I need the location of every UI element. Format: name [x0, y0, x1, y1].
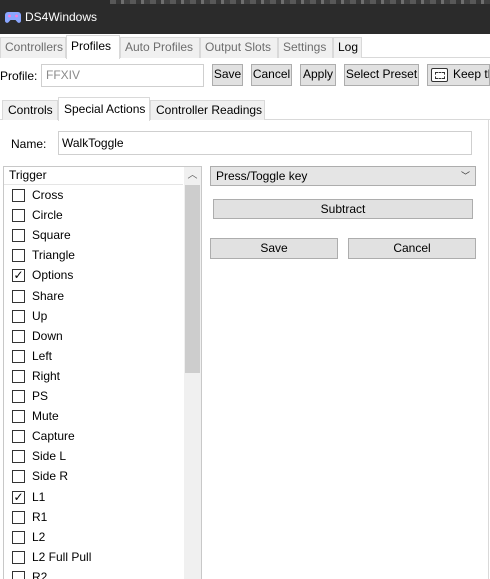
trigger-checkbox[interactable] — [12, 430, 25, 444]
trigger-item[interactable]: R1 — [4, 508, 183, 528]
trigger-label: Side R — [32, 469, 69, 484]
trigger-checkbox[interactable] — [12, 530, 25, 544]
tab-controls[interactable]: Controls — [2, 100, 58, 120]
keep-size-label: Keep th — [453, 67, 489, 81]
trigger-item[interactable]: Mute — [4, 407, 183, 427]
trigger-label: Cross — [32, 188, 64, 202]
trigger-item[interactable]: PS — [4, 387, 183, 407]
trigger-label: Capture — [32, 429, 75, 444]
trigger-item[interactable]: Square — [4, 226, 183, 246]
trigger-label: Mute — [32, 409, 59, 424]
trigger-checkbox[interactable]: ✓ — [12, 490, 25, 504]
trigger-item[interactable]: Side L — [4, 447, 183, 467]
cancel-profile-button[interactable]: Cancel — [251, 64, 292, 86]
profile-toolbar: Profile: FFXIV Save Cancel Apply Select … — [0, 62, 490, 90]
name-label: Name: — [11, 137, 47, 151]
scroll-up-arrow-icon[interactable]: ︿ — [184, 167, 201, 185]
action-name-field[interactable]: WalkToggle — [58, 131, 472, 155]
trigger-checkbox[interactable] — [12, 470, 25, 484]
trigger-label: R2 — [32, 569, 48, 579]
trigger-item[interactable]: Down — [4, 327, 183, 347]
trigger-item[interactable]: ✓ L1 — [4, 488, 183, 508]
apply-button[interactable]: Apply — [300, 64, 336, 86]
trigger-checkbox[interactable] — [12, 249, 25, 263]
trigger-label: Share — [32, 288, 65, 303]
main-tab-strip: Controllers Profiles Auto Profiles Outpu… — [0, 35, 490, 59]
trigger-label: L1 — [32, 489, 46, 504]
trigger-checkbox[interactable] — [12, 229, 25, 243]
scroll-thumb[interactable] — [185, 185, 200, 373]
trigger-label: L2 Full Pull — [32, 549, 92, 564]
tab-log[interactable]: Log — [333, 37, 362, 58]
trigger-label: L2 — [32, 529, 46, 544]
trigger-item[interactable]: Circle — [4, 206, 183, 226]
title-bar: DS4Windows — [0, 0, 490, 34]
trigger-label: Down — [32, 328, 63, 343]
trigger-item[interactable]: Triangle — [4, 246, 183, 266]
tab-special-actions[interactable]: Special Actions — [58, 97, 150, 121]
trigger-item[interactable]: L2 Full Pull — [4, 548, 183, 568]
trigger-label: PS — [32, 389, 49, 403]
trigger-item[interactable]: Left — [4, 347, 183, 367]
keep-size-button[interactable]: Keep th — [427, 64, 490, 86]
key-select-button[interactable]: Subtract — [213, 199, 473, 219]
trigger-label: Up — [32, 308, 48, 323]
trigger-label: Right — [32, 368, 61, 383]
cancel-action-button[interactable]: Cancel — [348, 238, 476, 259]
tab-controllers[interactable]: Controllers — [0, 37, 66, 58]
save-profile-button[interactable]: Save — [212, 64, 243, 86]
trigger-label: Square — [32, 228, 71, 243]
trigger-item[interactable]: Capture — [4, 427, 183, 447]
trigger-checkbox[interactable] — [12, 189, 25, 202]
profile-name-field[interactable]: FFXIV — [41, 64, 204, 87]
window-title: DS4Windows — [25, 10, 98, 24]
action-type-value: Press/Toggle key — [216, 169, 308, 183]
trigger-item[interactable]: Cross — [4, 186, 183, 206]
tab-controller-readings[interactable]: Controller Readings — [150, 100, 265, 120]
trigger-item[interactable]: Up — [4, 307, 183, 327]
select-preset-button[interactable]: Select Preset — [344, 64, 419, 86]
chevron-down-icon: ﹀ — [460, 171, 470, 181]
profile-sub-tab-strip: Controls Special Actions Controller Read… — [0, 97, 490, 121]
trigger-checkbox[interactable] — [12, 550, 25, 564]
save-action-button[interactable]: Save — [210, 238, 338, 259]
panel-border — [488, 120, 489, 579]
trigger-checkbox[interactable] — [12, 329, 25, 343]
trigger-checkbox[interactable] — [12, 209, 25, 223]
trigger-item[interactable]: Right — [4, 367, 183, 387]
background-strip — [110, 0, 490, 4]
trigger-label: Triangle — [32, 248, 75, 263]
trigger-label: R1 — [32, 509, 48, 524]
trigger-item[interactable]: Side R — [4, 467, 183, 487]
trigger-checkbox[interactable] — [12, 369, 25, 383]
trigger-checkbox[interactable] — [12, 349, 25, 363]
profile-label: Profile: — [0, 69, 38, 83]
tab-auto-profiles[interactable]: Auto Profiles — [120, 37, 200, 58]
trigger-label: Options — [32, 268, 74, 283]
trigger-label: Circle — [32, 208, 63, 223]
trigger-checkbox[interactable] — [12, 510, 25, 524]
trigger-checkbox[interactable] — [12, 570, 25, 579]
trigger-item[interactable]: L2 — [4, 528, 183, 548]
trigger-checkbox[interactable] — [12, 410, 25, 424]
trigger-checkbox[interactable] — [12, 289, 25, 303]
trigger-list-header: Trigger — [4, 167, 183, 185]
trigger-checkbox[interactable]: ✓ — [12, 269, 25, 283]
trigger-list[interactable]: Trigger Cross Circle Square Triangle ✓ Option… — [3, 166, 202, 579]
tab-profiles[interactable]: Profiles — [66, 35, 120, 59]
trigger-label: Side L — [32, 449, 67, 464]
trigger-item[interactable]: ✓ Options — [4, 266, 183, 286]
trigger-checkbox[interactable] — [12, 450, 25, 464]
trigger-item[interactable]: R2 — [4, 568, 183, 579]
trigger-label: Left — [32, 348, 53, 363]
trigger-checkbox[interactable] — [12, 390, 25, 403]
tab-settings[interactable]: Settings — [278, 37, 333, 58]
gamepad-icon — [5, 12, 21, 23]
tab-output-slots[interactable]: Output Slots — [200, 37, 278, 58]
trigger-item[interactable]: Share — [4, 287, 183, 307]
trigger-checkbox[interactable] — [12, 309, 25, 323]
screen-size-icon — [431, 68, 448, 82]
trigger-list-scrollbar[interactable]: ︿ — [184, 167, 201, 579]
action-type-dropdown[interactable]: Press/Toggle key ﹀ — [210, 166, 476, 186]
